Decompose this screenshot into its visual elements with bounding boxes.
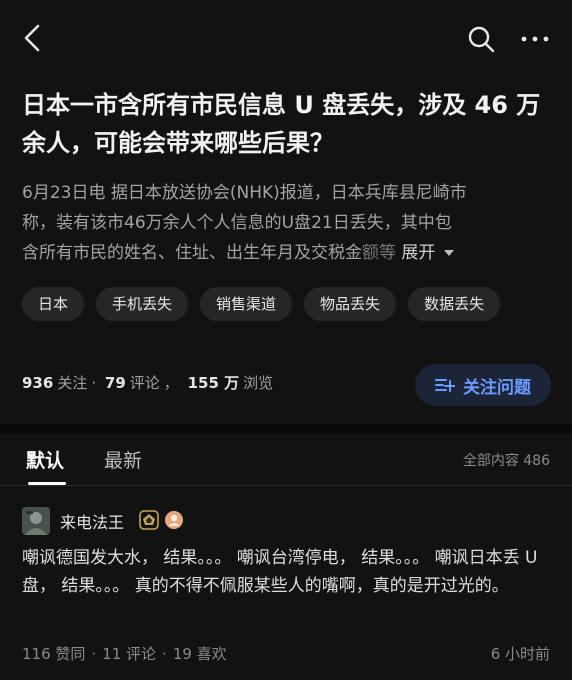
question-detail-text: 含所有市民的姓名、住址、出生年月及交税金: [22, 243, 362, 263]
topic-tag[interactable]: 日本: [22, 287, 85, 321]
section-divider: [0, 424, 572, 434]
topic-tags: 日本 手机丢失 销售渠道 物品丢失 数据丢失: [22, 287, 501, 321]
favorites-count: 19 喜欢: [172, 645, 227, 663]
comments-label[interactable]: 评论: [130, 374, 160, 392]
answer-text[interactable]: 嘲讽德国发大水， 结果。。。 嘲讽台湾停电， 结果。。。 嘲讽日本丢 U 盘， …: [22, 544, 552, 600]
total-content-count: 全部内容 486: [462, 453, 550, 469]
topic-tag[interactable]: 销售渠道: [200, 287, 293, 321]
question-detail-line: 6月23日电 据日本放送协会(NHK)报道，日本兵库县尼崎市: [22, 183, 467, 203]
question-stats: 936 关注 · 79 评论， 155 万浏览: [22, 374, 274, 392]
views-label: 浏览: [243, 374, 274, 392]
comments-count: 79: [104, 374, 126, 392]
follow-question-label: 关注问题: [463, 377, 531, 398]
topic-tag[interactable]: 手机丢失: [96, 287, 189, 321]
answer-time: 6 小时前: [490, 645, 550, 663]
answer-card[interactable]: 来电法王 嘲讽德国发大水， 结果。。。 嘲讽台湾停电， 结果。。。 嘲讽日本丢 …: [0, 487, 572, 680]
followers-count: 936: [22, 374, 54, 392]
followers-label: 关注: [57, 374, 88, 392]
tab-latest[interactable]: 最新: [104, 446, 142, 473]
level-badge-icon[interactable]: [139, 510, 159, 530]
answer-sort-tabs: 默认 最新 全部内容 486: [0, 434, 572, 486]
chevron-down-icon: [443, 250, 454, 256]
follow-question-button[interactable]: 关注问题: [415, 364, 551, 406]
question-title: 日本一市含所有市民信息 U 盘丢失，涉及 46 万余人，可能会带来哪些后果？: [22, 91, 541, 157]
active-tab-indicator: [28, 482, 66, 485]
answer-meta: 116 赞同 · 11 评论 · 19 喜欢: [22, 645, 227, 663]
topic-tag[interactable]: 物品丢失: [304, 287, 397, 321]
search-icon[interactable]: [466, 24, 496, 54]
question-detail-line: 称，装有该市46万余人个人信息的U盘21日丢失，其中包: [22, 213, 452, 233]
views-count: 155 万: [187, 374, 240, 392]
question-detail-line: 含所有市民的姓名、住址、出生年月及交税金额等 展开: [22, 238, 552, 268]
top-bar: [0, 0, 572, 76]
likes-count: 116 赞同: [22, 645, 86, 663]
question-detail[interactable]: 6月23日电 据日本放送协会(NHK)报道，日本兵库县尼崎市 称，装有该市46万…: [22, 178, 552, 268]
follow-list-icon: [435, 379, 455, 392]
user-badge-icon[interactable]: [164, 510, 184, 530]
back-arrow-icon[interactable]: [18, 22, 46, 54]
author-name[interactable]: 来电法王: [60, 509, 124, 533]
expand-button[interactable]: 展开: [401, 243, 454, 263]
avatar[interactable]: [22, 507, 50, 535]
answer-comments-count: 11 评论: [102, 645, 157, 663]
expand-label: 展开: [401, 243, 436, 263]
topic-tag[interactable]: 数据丢失: [408, 287, 501, 321]
question-detail-faded-text: 额等: [362, 243, 396, 263]
more-icon[interactable]: [518, 24, 552, 54]
tab-default[interactable]: 默认: [26, 446, 64, 473]
